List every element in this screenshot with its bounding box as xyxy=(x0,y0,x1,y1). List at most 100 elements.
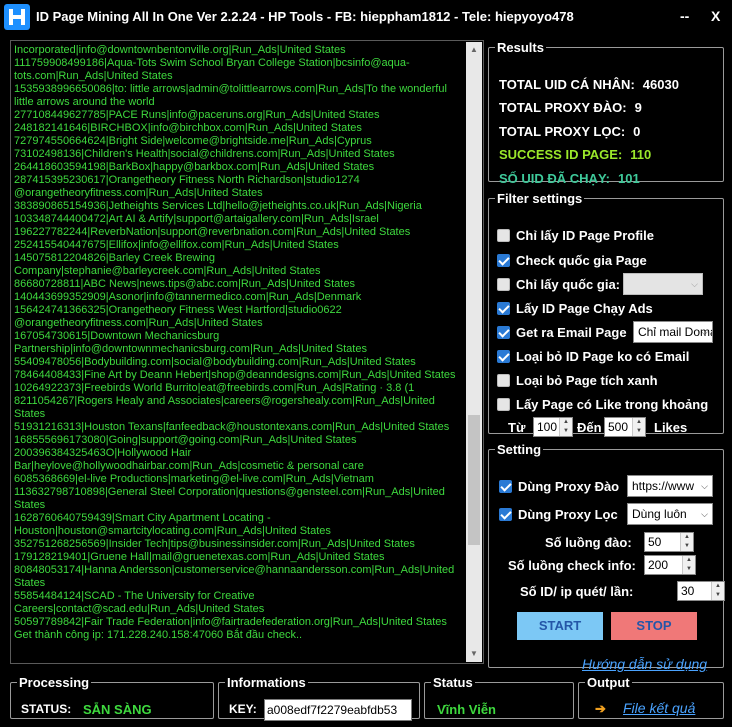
key-input[interactable]: a008edf7f2279eabfdb53 xyxy=(264,699,412,721)
scroll-up-icon[interactable]: ▲ xyxy=(466,42,482,58)
app-logo-icon xyxy=(4,4,30,30)
status-legend: Status xyxy=(433,675,473,690)
log-line: 145075812204826|Barley Creek Brewing Com… xyxy=(14,252,321,277)
log-line: 264418603594198|BarkBox|happy@barkbox.co… xyxy=(14,161,375,173)
country-select[interactable]: ⌵ xyxy=(623,273,703,295)
checkbox[interactable] xyxy=(497,278,510,291)
checkbox[interactable] xyxy=(497,398,510,411)
processing-status-label: STATUS: xyxy=(21,702,72,716)
option-run-ads[interactable]: Lấy ID Page Chạy Ads xyxy=(497,301,653,316)
checkbox[interactable] xyxy=(497,374,510,387)
option-proxy-loc[interactable]: Dùng Proxy Lọc xyxy=(499,507,618,522)
spinner-arrows-icon[interactable]: ▲ ▼ xyxy=(680,533,693,551)
log-line: 1535938996650086|to: little arrows|admin… xyxy=(14,83,447,108)
result-total-proxy-loc: TOTAL PROXY LỌC: 0 xyxy=(499,124,641,139)
result-file-link[interactable]: File kết quả xyxy=(623,700,695,716)
scroll-thumb[interactable] xyxy=(468,415,480,545)
log-line: 248182141646|BIRCHBOX|info@birchbox.com|… xyxy=(14,122,362,134)
log-line: 140443699352909|Asonor|info@tannermedico… xyxy=(14,291,362,303)
log-line: 10264922373|Freebirds World Burrito|eat@… xyxy=(14,382,415,394)
option-like-range[interactable]: Lấy Page có Like trong khoảng xyxy=(497,397,708,412)
option-proxy-dao[interactable]: Dùng Proxy Đào xyxy=(499,479,619,494)
setting-legend: Setting xyxy=(497,442,542,457)
log-line: Incorporated|info@downtownbentonville.or… xyxy=(14,44,346,56)
log-line: 196227782244|ReverbNation|support@reverb… xyxy=(14,226,411,238)
stop-button[interactable]: STOP xyxy=(611,612,697,640)
log-line: 86680728811|ABC News|news.tips@abc.com|R… xyxy=(14,278,355,290)
log-line: Get thành công ip: 171.228.240.158:47060… xyxy=(14,629,303,641)
log-line: 73102498136|Children's Health|social@chi… xyxy=(14,148,395,160)
filter-legend: Filter settings xyxy=(497,191,583,206)
log-line: 55409478056|Bodybuilding.com|social@body… xyxy=(14,356,416,368)
chevron-down-icon: ⌵ xyxy=(701,509,708,519)
log-line: 277108449627785|PACE Runs|info@paceruns.… xyxy=(14,109,380,121)
checkbox[interactable] xyxy=(497,229,510,242)
processing-group: Processing STATUS: SẴN SÀNG xyxy=(10,675,214,719)
processing-status-value: SẴN SÀNG xyxy=(83,702,152,717)
informations-legend: Informations xyxy=(227,675,306,690)
threads-check-input[interactable]: 200 ▲ ▼ xyxy=(644,555,696,575)
window-title: ID Page Mining All In One Ver 2.2.24 - H… xyxy=(36,9,574,24)
log-lines: Incorporated|info@downtownbentonville.or… xyxy=(14,44,464,642)
spinner-arrows-icon[interactable]: ▲ ▼ xyxy=(632,418,645,436)
status-group: Status Vĩnh Viễn xyxy=(424,675,574,719)
key-label: KEY: xyxy=(229,702,257,716)
checkbox[interactable] xyxy=(497,350,510,363)
option-get-email[interactable]: Get ra Email Page xyxy=(497,325,627,340)
like-to-input[interactable]: 500 ▲ ▼ xyxy=(604,417,646,437)
log-line: 252415540447675|Ellifox|info@ellifox.com… xyxy=(14,239,339,251)
setting-group: Setting Dùng Proxy Đào https://www ⌵ Dùng… xyxy=(488,442,725,672)
log-line: 55854484124|SCAD - The University for Cr… xyxy=(14,590,265,615)
log-line: 111759908499186|Aqua-Tots Swim School Br… xyxy=(14,57,410,82)
scroll-down-icon[interactable]: ▼ xyxy=(466,646,482,662)
log-textarea[interactable]: Incorporated|info@downtownbentonville.or… xyxy=(10,40,484,664)
result-success-id-page: SUCCESS ID PAGE: 110 xyxy=(499,147,652,162)
checkbox[interactable] xyxy=(497,254,510,267)
checkbox[interactable] xyxy=(497,326,510,339)
log-line: 383890865154936|Jetheights Services Ltd|… xyxy=(14,200,422,212)
email-select[interactable]: Chỉ mail Doma ⌵ xyxy=(633,321,713,343)
option-remove-verified[interactable]: Loại bỏ Page tích xanh xyxy=(497,373,658,388)
threads-dao-input[interactable]: 50 ▲ ▼ xyxy=(644,532,694,552)
filter-settings-group: Filter settings Chỉ lấy ID Page Profile … xyxy=(488,191,724,437)
minimize-button[interactable]: -- xyxy=(680,8,689,24)
log-line: 156424741366325|Orangetheory Fitness Wes… xyxy=(14,304,342,329)
log-line: 287415395230617|Orangetheory Fitness Nor… xyxy=(14,174,360,199)
option-only-country[interactable]: Chỉ lấy quốc gia: xyxy=(497,277,620,292)
proxy-loc-select[interactable]: Dùng luôn ⌵ xyxy=(627,503,713,525)
like-from-input[interactable]: 100 ▲ ▼ xyxy=(533,417,573,437)
output-group: Output ➔ File kết quả xyxy=(578,675,724,719)
spinner-arrows-icon[interactable]: ▲ ▼ xyxy=(682,556,695,574)
checkbox[interactable] xyxy=(499,508,512,521)
results-legend: Results xyxy=(497,40,544,55)
spinner-arrows-icon[interactable]: ▲ ▼ xyxy=(559,418,572,436)
license-status-value: Vĩnh Viễn xyxy=(437,702,496,717)
title-bar: ID Page Mining All In One Ver 2.2.24 - H… xyxy=(0,0,732,34)
start-button[interactable]: START xyxy=(517,612,603,640)
log-line: 167054730615|Downtown Mechanicsburg Part… xyxy=(14,330,367,355)
log-line: 168555696173080|Going|support@going.com|… xyxy=(14,434,357,446)
checkbox[interactable] xyxy=(499,480,512,493)
chevron-down-icon: ⌵ xyxy=(701,481,708,491)
log-line: 727974550664624|Bright Side|welcome@brig… xyxy=(14,135,372,147)
ids-per-ip-input[interactable]: 30 ▲ ▼ xyxy=(677,581,725,601)
likes-label: Likes xyxy=(654,420,688,435)
arrow-right-icon: ➔ xyxy=(595,701,606,716)
log-line: 51931216313|Houston Texans|fanfeedback@h… xyxy=(14,421,450,433)
option-check-country[interactable]: Check quốc gia Page xyxy=(497,253,647,268)
proxy-dao-select[interactable]: https://www ⌵ xyxy=(627,475,713,497)
log-line: 78464408433|Fine Art by Deann Hebert|sho… xyxy=(14,369,456,381)
result-total-uid: TOTAL UID CÁ NHÂN: 46030 xyxy=(499,77,679,92)
processing-legend: Processing xyxy=(19,675,90,690)
log-scrollbar[interactable]: ▲ ▼ xyxy=(466,42,482,662)
close-button[interactable]: X xyxy=(711,8,720,24)
option-remove-no-email[interactable]: Loại bỏ ID Page ko có Email xyxy=(497,349,689,364)
option-profile-only[interactable]: Chỉ lấy ID Page Profile xyxy=(497,228,654,243)
log-line: 103348744400472|Art AI & Artify|support@… xyxy=(14,213,379,225)
log-line: 8211054267|Rogers Healy and Associates|c… xyxy=(14,395,435,420)
result-total-proxy-dao: TOTAL PROXY ĐÀO: 9 xyxy=(499,100,642,115)
like-to-label: Đến xyxy=(577,420,602,435)
spinner-arrows-icon[interactable]: ▲ ▼ xyxy=(711,582,724,600)
guide-link[interactable]: Hướng dẫn sử dụng xyxy=(582,656,707,672)
checkbox[interactable] xyxy=(497,302,510,315)
